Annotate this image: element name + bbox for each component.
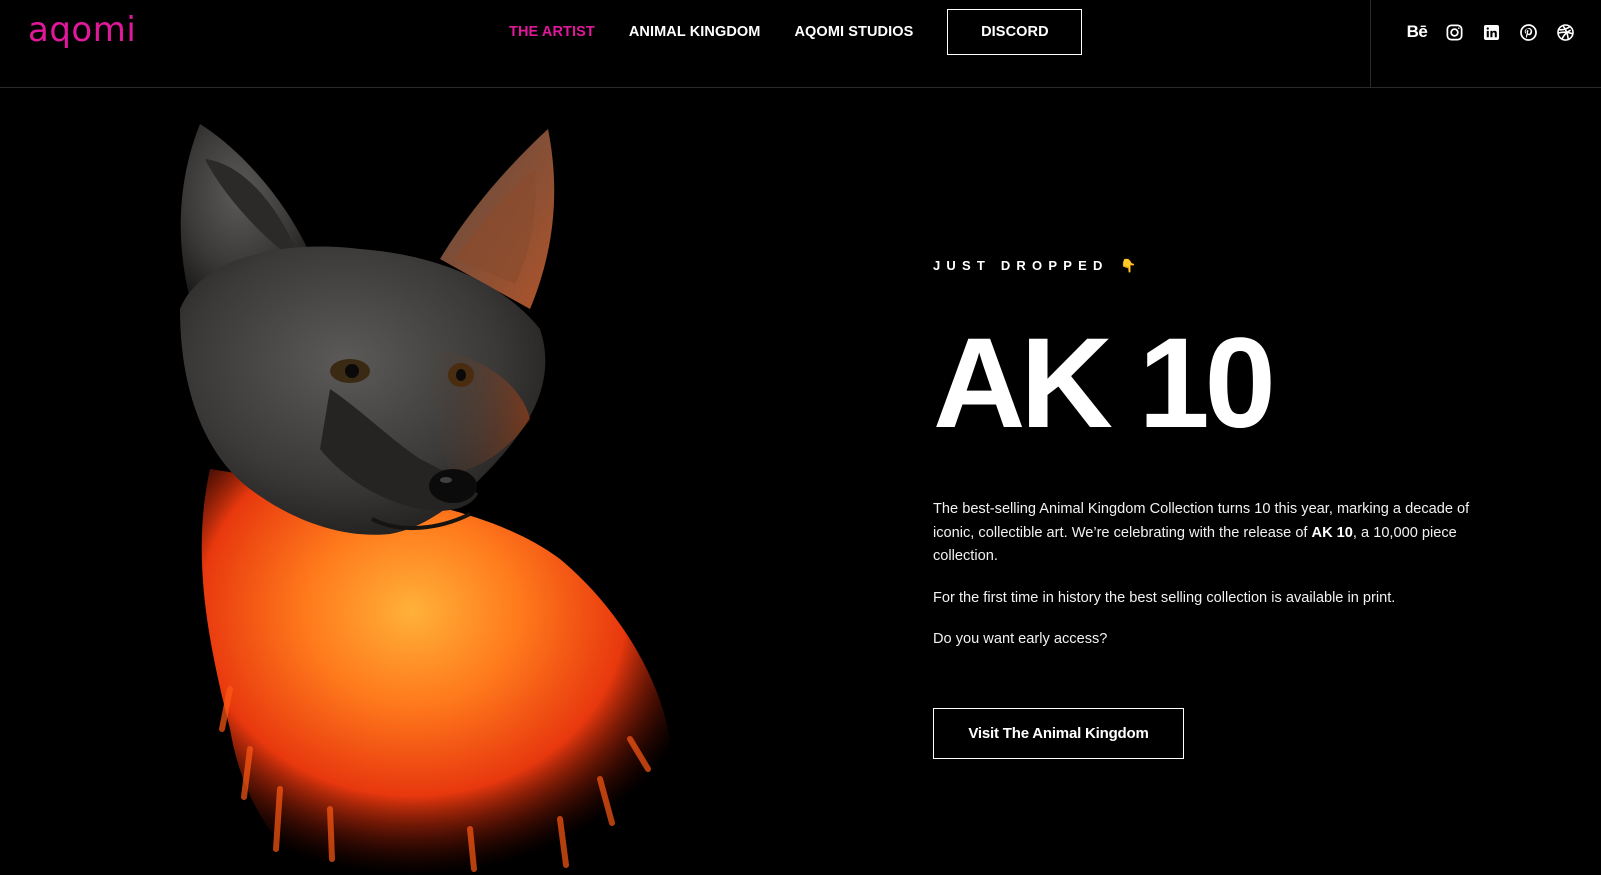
hero-paragraph-1: The best-selling Animal Kingdom Collecti… [933, 498, 1473, 569]
nav-item-aqomi-studios[interactable]: AQOMI STUDIOS [794, 24, 913, 40]
fox-artwork [0, 89, 880, 875]
linkedin-icon[interactable] [1480, 21, 1502, 43]
header-divider [1370, 0, 1371, 88]
pointing-down-icon: 👇 [1120, 258, 1137, 273]
nav-item-the-artist[interactable]: THE ARTIST [509, 24, 595, 40]
behance-icon[interactable]: Bē [1406, 21, 1428, 43]
hero-title: AK 10 [933, 312, 1276, 455]
hero-paragraph-2: For the first time in history the best s… [933, 589, 1396, 606]
fox-illustration [180, 124, 670, 875]
pinterest-icon[interactable] [1517, 21, 1539, 43]
site-header: aqomi THE ARTIST ANIMAL KINGDOM AQOMI ST… [0, 0, 1601, 88]
eyebrow-label: JUST DROPPED 👇 [933, 258, 1493, 278]
visit-animal-kingdom-button[interactable]: Visit The Animal Kingdom [933, 707, 1184, 759]
dribbble-icon[interactable] [1554, 21, 1576, 43]
discord-button[interactable]: DISCORD [947, 9, 1083, 55]
instagram-icon[interactable] [1443, 21, 1465, 43]
nav-item-animal-kingdom[interactable]: ANIMAL KINGDOM [629, 24, 761, 40]
aqomi-logo[interactable]: aqomi [28, 8, 136, 52]
hero-paragraph-3: Do you want early access? [933, 631, 1108, 647]
paragraph-1-bold: AK 10 [1311, 524, 1353, 541]
social-links: Bē [1406, 21, 1576, 43]
main-nav: THE ARTIST ANIMAL KINGDOM AQOMI STUDIOS … [509, 9, 1083, 55]
eyebrow-text: JUST DROPPED [933, 258, 1109, 273]
hero-content: JUST DROPPED 👇 AK 10 The best-selling An… [933, 258, 1493, 759]
behance-glyph: Bē [1406, 22, 1428, 41]
